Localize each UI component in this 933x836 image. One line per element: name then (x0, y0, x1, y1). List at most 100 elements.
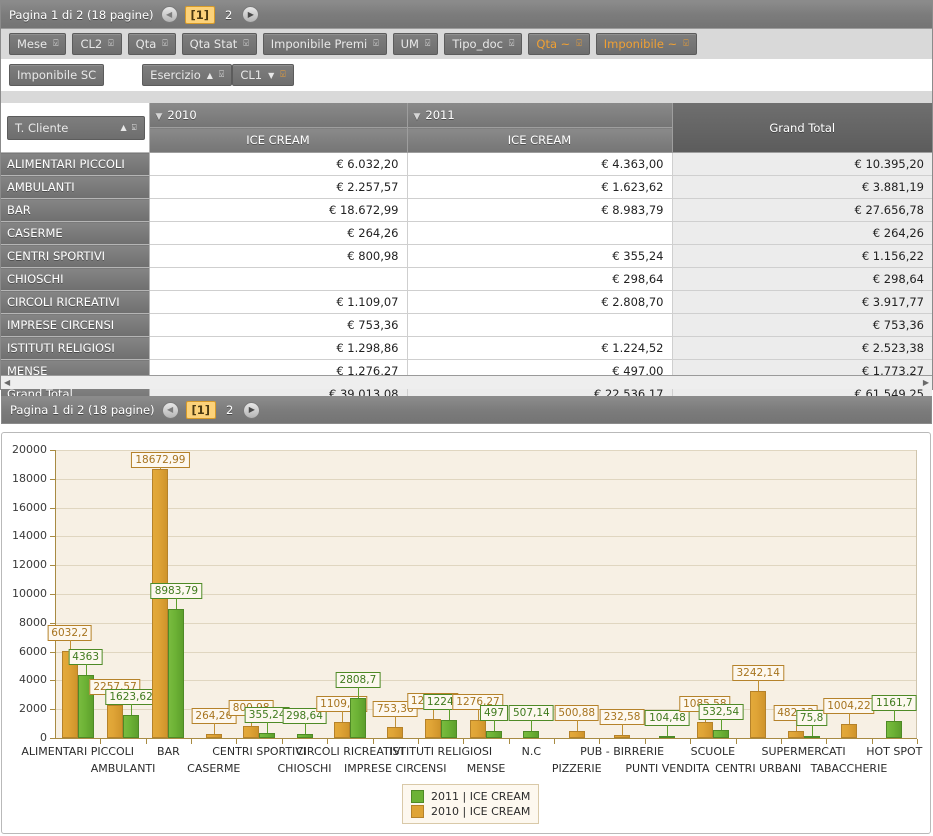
legend-item[interactable]: 2011 | ICE CREAM (411, 789, 530, 804)
row-header-cell[interactable]: CIRCOLI RICREATIVI (1, 290, 150, 314)
row-header-cell[interactable]: ISTITUTI RELIGIOSI (1, 336, 150, 360)
row-header-cell[interactable]: IMPRESE CIRCENSI (1, 313, 150, 337)
row-header-cell[interactable]: CHIOSCHI (1, 267, 150, 291)
prev-page-button[interactable]: ◀ (160, 6, 178, 23)
chart-bar-2010[interactable] (470, 719, 486, 738)
filter-button-qta[interactable]: Qta ~ ⍌ (528, 33, 590, 55)
top-pager: Pagina 1 di 2 (18 pagine) ◀ [1] 2 ▶ (1, 1, 932, 29)
t-cliente-field-button[interactable]: T. Cliente ▲ ⍌ (7, 116, 145, 140)
page-2-button[interactable]: 2 (222, 7, 235, 23)
table-row: ISTITUTI RELIGIOSI € 1.298,86 € 1.224,52 € … (1, 336, 932, 360)
chart-bar-2011[interactable] (259, 732, 276, 738)
chart-data-label: 8983,79 (150, 582, 203, 599)
row-header-cell[interactable]: AMBULANTI (1, 175, 150, 199)
funnel-icon[interactable]: ⍌ (683, 39, 688, 49)
filter-button-tipo-doc[interactable]: Tipo_doc ⍌ (444, 33, 523, 55)
chart-label-leader (720, 719, 722, 731)
sort-asc-icon[interactable]: ▲ (207, 71, 213, 80)
filter-button-qta[interactable]: Qta ⍌ (127, 33, 176, 55)
funnel-icon[interactable]: ⍌ (162, 39, 167, 49)
chart-bar-2010[interactable] (387, 727, 404, 738)
x-axis-label: IMPRESE CIRCENSI (344, 762, 447, 775)
scroll-right-icon[interactable]: ▶ (923, 378, 929, 387)
chart-bar-2011[interactable] (123, 714, 140, 738)
funnel-icon[interactable]: ⍌ (243, 39, 248, 49)
filter-button-imponibile-premi[interactable]: Imponibile Premi ⍌ (262, 33, 387, 55)
funnel-icon[interactable]: ⍌ (219, 70, 224, 80)
chart-bar-2010[interactable] (614, 734, 631, 738)
chart-bar-2011[interactable] (803, 736, 820, 738)
chart-bar-2010[interactable] (243, 726, 260, 738)
cell-2010: € 753,36 (149, 313, 408, 337)
chart-bar-2010[interactable] (205, 734, 222, 738)
table-row: IMPRESE CIRCENSI € 753,36 € 753,36 (1, 313, 932, 337)
chart-bar-2011[interactable] (440, 720, 457, 738)
field-button-cl1[interactable]: CL1 ▼ ⍌ (232, 64, 294, 86)
chart-bar-2011[interactable] (349, 697, 366, 738)
chart-bar-2010[interactable] (152, 469, 169, 738)
bottom-pager: Pagina 1 di 2 (18 pagine) ◀ [1] 2 ▶ (1, 396, 932, 424)
row-header-cell[interactable]: BAR (1, 198, 150, 222)
sort-asc-icon[interactable]: ▲ ⍌ (120, 123, 136, 133)
column-group-2011[interactable]: ▼ 2011 (407, 103, 673, 128)
bottom-page-2-button[interactable]: 2 (223, 402, 236, 418)
filter-button-mese[interactable]: Mese ⍌ (9, 33, 67, 55)
funnel-icon[interactable]: ⍌ (53, 39, 58, 49)
funnel-icon[interactable]: ⍌ (373, 39, 378, 49)
bottom-prev-page-button[interactable]: ◀ (161, 401, 179, 419)
chart-bar-2011[interactable] (712, 730, 729, 738)
x-axis-label: PUB - BIRRERIE (580, 745, 665, 758)
chart-bar-2010[interactable] (107, 705, 124, 738)
cell-grand-total: € 1.156,22 (672, 244, 932, 268)
sort-desc-icon[interactable]: ▼ (268, 71, 274, 80)
chart-bar-2011[interactable] (523, 730, 540, 738)
table-row: CENTRI SPORTIVI € 800,98 € 355,24 € 1.156,2… (1, 244, 932, 268)
x-axis-tick (599, 739, 601, 744)
funnel-icon[interactable]: ⍌ (425, 39, 430, 49)
chart-bar-2011[interactable] (168, 608, 185, 738)
column-group-2010[interactable]: ▼ 2010 (149, 103, 408, 128)
funnel-icon[interactable]: ⍌ (576, 39, 581, 49)
x-axis-tick (644, 739, 646, 744)
filter-button-imponibile[interactable]: Imponibile ~ ⍌ (595, 33, 697, 55)
field-button-imponibile-sc[interactable]: Imponibile SC (9, 64, 105, 86)
chart-bar-2010[interactable] (750, 691, 767, 738)
row-header-cell[interactable]: ALIMENTARI PICCOLI (1, 152, 150, 176)
chart-bar-2010[interactable] (333, 722, 350, 738)
chart-label-leader (531, 719, 533, 731)
x-axis-label: CIRCOLI RICREATIVI (295, 745, 404, 758)
funnel-icon[interactable]: ⍌ (280, 70, 285, 80)
cell-2011 (407, 313, 673, 337)
gridline (55, 565, 916, 567)
funnel-icon[interactable]: ⍌ (509, 39, 514, 49)
row-header-cell[interactable]: CASERME (1, 221, 150, 245)
funnel-icon[interactable]: ⍌ (108, 39, 113, 49)
table-row: CIRCOLI RICREATIVI € 1.109,07 € 2.808,70 € … (1, 290, 932, 314)
chart-bar-2010[interactable] (568, 730, 585, 738)
legend-item[interactable]: 2010 | ICE CREAM (411, 804, 530, 819)
field-button-esercizio[interactable]: Esercizio ▲ ⍌ (142, 64, 233, 86)
chart-bar-2010[interactable] (840, 723, 857, 738)
filter-button-um[interactable]: UM ⍌ (392, 33, 439, 55)
chart-bar-2010[interactable] (696, 722, 713, 738)
row-header-cell[interactable]: CENTRI SPORTIVI (1, 244, 150, 268)
filter-button-cl2[interactable]: CL2 ⍌ (72, 33, 122, 55)
chart-bar-2010[interactable] (787, 731, 804, 738)
scroll-left-icon[interactable]: ◀ (4, 378, 10, 387)
filter-button-label: Mese (17, 37, 48, 51)
bottom-current-page-button[interactable]: [1] (185, 401, 217, 419)
chart-bar-2011[interactable] (886, 721, 903, 738)
chart-bar-2011[interactable] (486, 730, 502, 738)
chart-bar-2011[interactable] (659, 736, 676, 738)
row-field-corner: T. Cliente ▲ ⍌ (1, 103, 150, 153)
chart-bar-2011[interactable] (296, 733, 313, 738)
cell-2010 (149, 267, 408, 291)
chart-bar-2010[interactable] (424, 719, 441, 738)
filter-button-qta-stat[interactable]: Qta Stat ⍌ (181, 33, 257, 55)
next-page-button[interactable]: ▶ (242, 6, 260, 23)
gridline (55, 478, 916, 480)
bottom-next-page-button[interactable]: ▶ (243, 401, 261, 419)
current-page-button[interactable]: [1] (184, 5, 216, 24)
y-axis-tick-label: 8000 (19, 615, 47, 629)
horizontal-scrollbar[interactable]: ◀ ▶ (1, 375, 932, 389)
